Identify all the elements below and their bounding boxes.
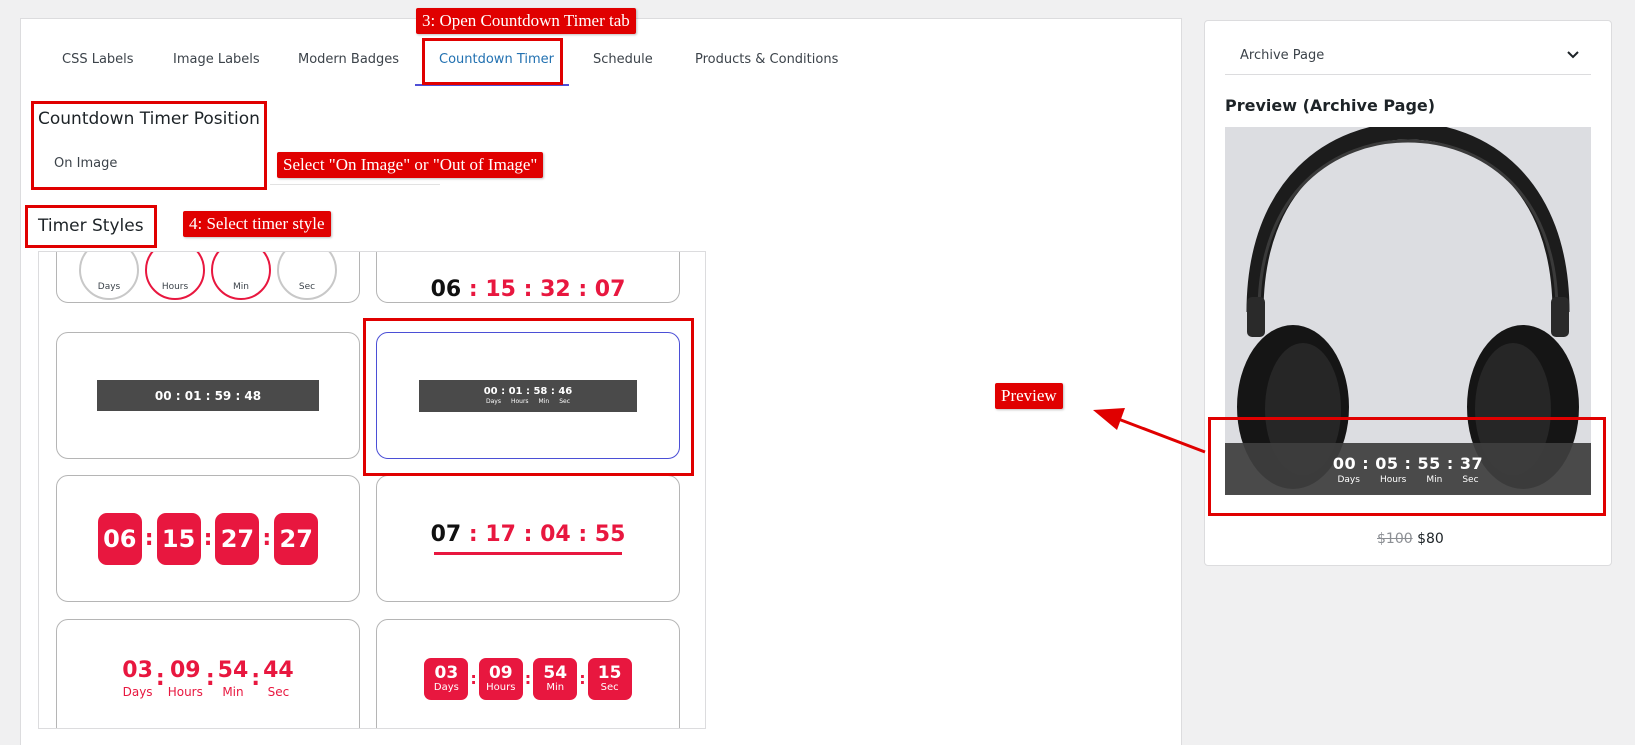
pill-hours-label: Hours bbox=[486, 682, 516, 693]
preview-title: Preview (Archive Page) bbox=[1225, 96, 1436, 115]
pill-days-number: 03 bbox=[434, 663, 459, 683]
red-sec-number: 44 bbox=[263, 658, 294, 683]
separator: : bbox=[203, 526, 213, 551]
pill-hours-number: 09 bbox=[488, 663, 513, 683]
separator: : bbox=[262, 526, 272, 551]
annotation-box-selected-style bbox=[363, 318, 694, 476]
timer-style-red-boxes[interactable]: 06 : 15 : 27 : 27 bbox=[56, 475, 360, 602]
timer-first-number: 06 bbox=[430, 277, 462, 302]
timer-underline bbox=[434, 552, 622, 555]
box-min: 27 bbox=[215, 512, 260, 565]
timer-style-circles[interactable]: Days Hours Min Sec bbox=[56, 252, 360, 303]
pill-sec-number: 15 bbox=[597, 663, 622, 683]
circle-hours-label: Hours bbox=[161, 281, 189, 292]
annotation-select-position: Select "On Image" or "Out of Image" bbox=[277, 152, 544, 178]
annotation-box-position bbox=[31, 101, 267, 190]
product-price: $100 $80 bbox=[1377, 531, 1444, 547]
annotation-preview: Preview bbox=[995, 383, 1063, 409]
annotation-open-tab: 3: Open Countdown Timer tab bbox=[416, 8, 636, 34]
tab-modern-badges[interactable]: Modern Badges bbox=[298, 52, 399, 67]
red-days-number: 03 bbox=[122, 658, 153, 683]
pill-min-number: 54 bbox=[543, 663, 568, 683]
pill-days-label: Days bbox=[433, 682, 459, 693]
separator: : bbox=[155, 666, 165, 691]
timer-style-red-labeled[interactable]: 03 Days : 09 Hours : 54 Min : 44 Sec bbox=[56, 619, 360, 728]
box-sec: 27 bbox=[274, 512, 319, 565]
dropdown-divider bbox=[1225, 74, 1591, 75]
old-price: $100 bbox=[1377, 531, 1413, 547]
red-hours-label: Hours bbox=[167, 685, 203, 699]
arrow-icon bbox=[1093, 408, 1206, 454]
circle-sec: Sec bbox=[277, 252, 337, 300]
timer-style-red-pills[interactable]: 03 Days : 09 Hours : 54 Min : 15 Sec bbox=[376, 619, 680, 728]
annotation-box-styles bbox=[25, 205, 157, 248]
annotation-box-preview bbox=[1208, 417, 1606, 516]
box-hours: 15 bbox=[156, 512, 201, 565]
select-divider bbox=[270, 184, 440, 185]
annotation-box-tab bbox=[422, 38, 563, 85]
chevron-down-icon[interactable] bbox=[1565, 46, 1581, 62]
tab-image-labels[interactable]: Image Labels bbox=[173, 52, 260, 67]
separator: : bbox=[144, 526, 154, 551]
separator: : bbox=[251, 666, 261, 691]
separator: : bbox=[205, 666, 215, 691]
underlined-rest-numbers: : 17 : 04 : 55 bbox=[468, 522, 626, 547]
separator: : bbox=[579, 669, 586, 688]
circle-min-label: Min bbox=[233, 281, 249, 292]
underlined-first-number: 07 bbox=[430, 522, 462, 547]
dark-bar-timer: 00 : 01 : 59 : 48 bbox=[97, 380, 319, 411]
separator: : bbox=[470, 669, 477, 688]
circle-hours: Hours bbox=[145, 252, 205, 300]
timer-style-underlined[interactable]: 07 : 17 : 04 : 55 bbox=[376, 475, 680, 602]
circle-min: Min bbox=[211, 252, 271, 300]
pill-min-label: Min bbox=[546, 682, 565, 693]
archive-page-select[interactable]: Archive Page bbox=[1240, 48, 1324, 63]
circle-sec-label: Sec bbox=[298, 281, 316, 292]
new-price: $80 bbox=[1417, 531, 1444, 547]
circle-days: Days bbox=[79, 252, 139, 300]
red-sec-label: Sec bbox=[267, 685, 290, 699]
red-min-number: 54 bbox=[217, 658, 249, 683]
circle-days-label: Days bbox=[97, 281, 121, 292]
red-min-label: Min bbox=[222, 685, 244, 699]
box-days: 06 bbox=[97, 512, 142, 565]
annotation-select-style: 4: Select timer style bbox=[183, 211, 331, 237]
red-days-label: Days bbox=[122, 685, 153, 699]
tab-schedule[interactable]: Schedule bbox=[593, 52, 653, 67]
tab-products-conditions[interactable]: Products & Conditions bbox=[695, 52, 838, 67]
timer-style-dark-bar[interactable]: 00 : 01 : 59 : 48 bbox=[56, 332, 360, 459]
timer-rest-numbers: : 15 : 32 : 07 bbox=[468, 277, 626, 302]
tab-css-labels[interactable]: CSS Labels bbox=[62, 52, 134, 67]
separator: : bbox=[524, 669, 532, 688]
timer-style-plain-red[interactable]: 06 : 15 : 32 : 07 bbox=[376, 252, 680, 303]
red-hours-number: 09 bbox=[169, 658, 201, 683]
pill-sec-label: Sec bbox=[600, 682, 619, 693]
